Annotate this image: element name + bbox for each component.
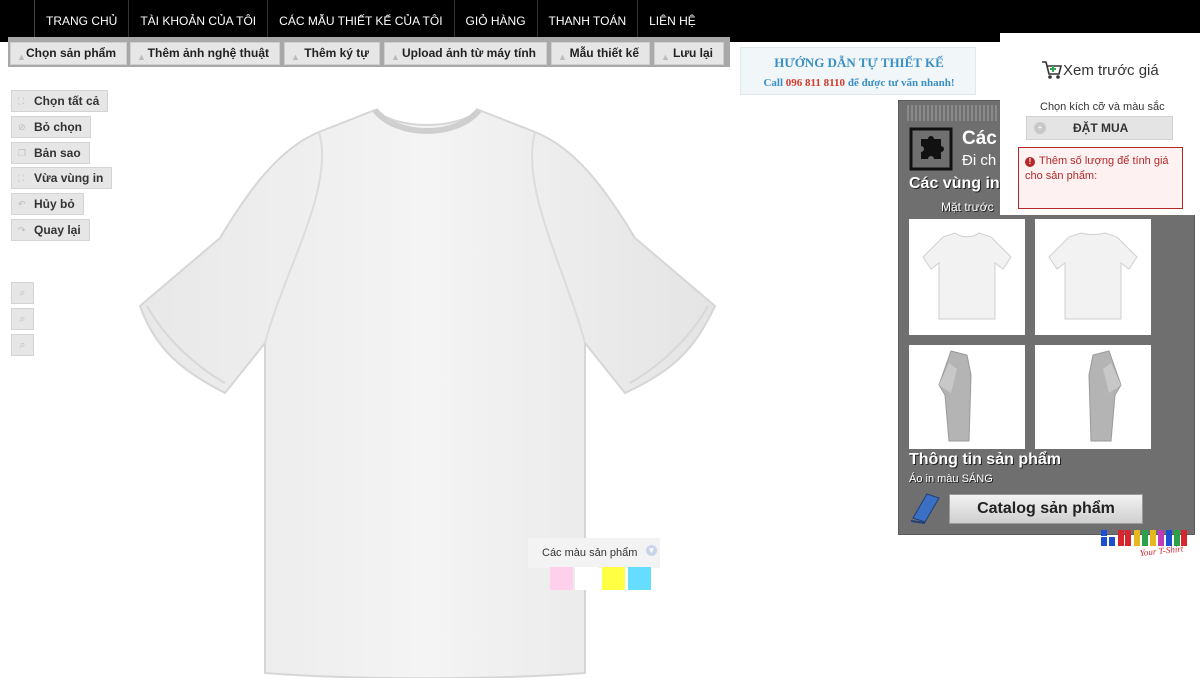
redo-icon: ↷ (18, 225, 26, 235)
button-label: Chọn tất cả (34, 94, 100, 108)
deselect-button[interactable]: ⊘ Bỏ chọn (11, 116, 91, 138)
quantity-alert-text: Thêm số lượng để tính giá cho sản phẩm: (1025, 155, 1169, 182)
print-areas-title: Các vùng in (909, 175, 1000, 192)
copy-icon: ❐ (18, 148, 27, 158)
order-button-label: ĐẶT MUA (1073, 121, 1129, 135)
order-button[interactable]: + ĐẶT MUA (1026, 116, 1173, 140)
design-guide-banner[interactable]: HƯỚNG DẪN TỰ THIẾT KẾ Call 096 811 8110 … (740, 47, 976, 95)
guide-call-suffix: để được tư vấn nhanh! (847, 77, 955, 89)
alert-icon: ! (1025, 157, 1035, 167)
color-swatch-white[interactable] (575, 567, 598, 590)
product-info-title: Thông tin sản phẩm (909, 451, 1061, 468)
chevron-up-icon: ▲ (17, 52, 26, 62)
tshirt-left-thumbnail (938, 350, 972, 442)
add-art-button[interactable]: ▲ Thêm ảnh nghệ thuật (130, 42, 280, 65)
button-label: Hủy bỏ (34, 197, 75, 211)
choose-size-color-text: Chọn kích cỡ và màu sắc (1040, 101, 1165, 113)
select-all-button[interactable]: ⛶ Chọn tất cả (11, 90, 109, 112)
tshirt-canvas[interactable] (135, 108, 720, 678)
zoom-out-button[interactable]: ⌕ (11, 308, 34, 330)
save-button[interactable]: ▲ Lưu lại (654, 42, 724, 65)
catalog-button[interactable]: Catalog sản phẩm (949, 494, 1143, 524)
design-templates-button[interactable]: ▲ Mẫu thiết kế (551, 42, 650, 65)
copy-button[interactable]: ❐ Bản sao (11, 142, 90, 164)
guide-phone: 096 811 8110 (785, 77, 846, 89)
select-icon: ⛶ (18, 96, 25, 106)
zoom-in-button[interactable]: ⌕ (11, 282, 34, 304)
nav-item-cart[interactable]: GIỎ HÀNG (453, 0, 537, 42)
choose-product-button[interactable]: ▲ Chọn sản phẩm (10, 42, 127, 65)
fit-print-area-button[interactable]: ⛶ Vừa vùng in (11, 167, 113, 189)
magnifier-icon: ⌕ (19, 339, 26, 351)
cart-icon (1042, 61, 1063, 79)
chevron-up-icon: ▲ (391, 52, 400, 62)
tshirt-back-thumbnail (1048, 232, 1138, 320)
product-colors-box: Các màu sản phẩm ▼ (528, 538, 660, 568)
button-label: Thêm ký tự (304, 46, 369, 60)
button-label: Bỏ chọn (34, 120, 82, 134)
panel-header-title: Các (962, 128, 997, 149)
chevron-down-icon[interactable]: ▼ (646, 545, 657, 556)
nav-item-home[interactable]: TRANG CHỦ (34, 0, 128, 42)
tshirt-right-thumbnail (1088, 350, 1122, 442)
thumb-right-side[interactable] (1035, 345, 1151, 449)
chevron-up-icon: ▲ (137, 52, 146, 62)
add-text-button[interactable]: ▲ Thêm ký tự (284, 42, 380, 65)
button-label: Lưu lại (672, 46, 713, 60)
color-swatch-pink[interactable] (550, 567, 573, 590)
button-label: Quay lại (34, 223, 81, 237)
panel-drag-handle[interactable] (907, 105, 999, 121)
button-label: Thêm ảnh nghệ thuật (147, 46, 269, 60)
button-label: Vừa vùng in (34, 171, 104, 185)
button-label: Chọn sản phẩm (25, 46, 116, 60)
button-label: Upload ảnh từ máy tính (401, 46, 536, 60)
panel-header-subtitle: Đi ch (962, 152, 997, 169)
guide-title: HƯỚNG DẪN TỰ THIẾT KẾ (774, 55, 944, 70)
magnifier-icon: ⌕ (19, 287, 26, 299)
button-label: Bản sao (34, 146, 81, 160)
catalog-book-icon (911, 493, 940, 524)
quantity-alert: ! Thêm số lượng để tính giá cho sản phẩm: (1018, 147, 1183, 209)
nav-item-checkout[interactable]: THANH TOÁN (536, 0, 638, 42)
fit-icon: ⛶ (18, 173, 25, 183)
nav-item-my-designs[interactable]: CÁC MẪU THIẾT KẾ CỦA TÔI (267, 0, 453, 42)
puzzle-icon (909, 127, 953, 171)
upload-image-button[interactable]: ▲ Upload ảnh từ máy tính (384, 42, 547, 65)
thumb-back[interactable] (1035, 219, 1151, 335)
color-swatch-cyan[interactable] (628, 567, 651, 590)
chevron-up-icon: ▲ (661, 52, 670, 62)
nav-item-account[interactable]: TÀI KHOẢN CỦA TÔI (128, 0, 267, 42)
guide-call-line: Call 096 811 8110 để được tư vấn nhanh! (741, 77, 977, 89)
zoom-reset-button[interactable]: ⌕ (11, 334, 34, 356)
deselect-icon: ⊘ (18, 122, 26, 132)
redo-button[interactable]: ↷ Quay lại (11, 219, 90, 241)
undo-icon: ↶ (18, 199, 26, 209)
undo-button[interactable]: ↶ Hủy bỏ (11, 193, 84, 215)
color-swatch-yellow[interactable] (602, 567, 625, 590)
thumb-left-side[interactable] (909, 345, 1025, 449)
price-preview-title: Xem trước giá (1063, 62, 1159, 79)
thumb-front[interactable] (909, 219, 1025, 335)
magnifier-icon: ⌕ (19, 313, 26, 325)
front-label: Mặt trước (941, 200, 994, 214)
product-type: Áo in màu SÁNG (909, 473, 993, 485)
brand-logo: Your T-Shirt (1101, 530, 1187, 558)
tshirt-front-thumbnail (922, 232, 1012, 320)
plus-circle-icon: + (1034, 122, 1046, 134)
chevron-up-icon: ▲ (291, 52, 300, 62)
nav-item-contact[interactable]: LIÊN HỆ (637, 0, 707, 42)
designer-toolbar: ▲ Chọn sản phẩm ▲ Thêm ảnh nghệ thuật ▲ … (8, 37, 730, 67)
product-colors-label: Các màu sản phẩm (542, 547, 638, 559)
chevron-up-icon: ▲ (558, 52, 567, 62)
price-preview-box: Xem trước giá Chọn kích cỡ và màu sắc + … (1000, 33, 1200, 215)
guide-call-prefix: Call (763, 77, 784, 89)
designer-page: TRANG CHỦ TÀI KHOẢN CỦA TÔI CÁC MẪU THIẾ… (0, 0, 1200, 691)
button-label: Mẫu thiết kế (569, 46, 639, 60)
